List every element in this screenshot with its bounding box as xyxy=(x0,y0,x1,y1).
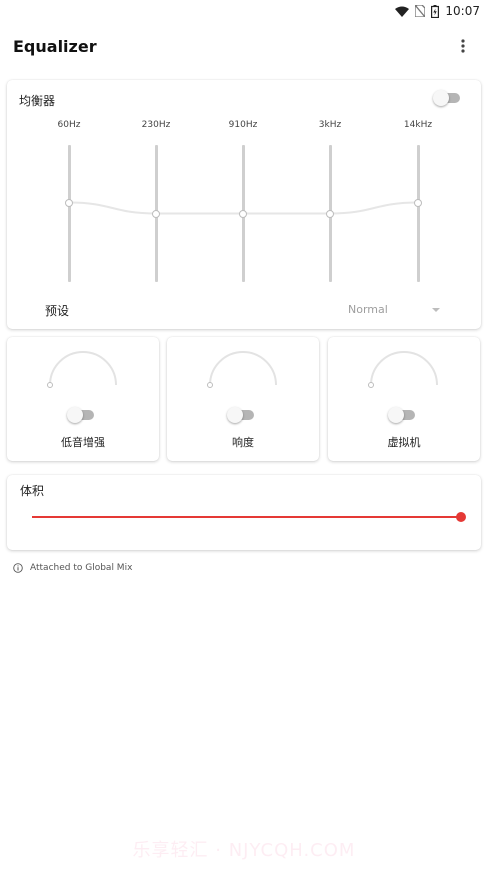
eq-band-slider[interactable] xyxy=(67,145,71,282)
no-sim-icon xyxy=(415,5,426,17)
watermark: 乐享轻汇 · NJYCQH.COM xyxy=(132,840,356,861)
preset-value: Normal xyxy=(348,303,388,316)
preset-label: 预设 xyxy=(45,304,70,318)
effect-knob[interactable] xyxy=(328,337,480,397)
eq-band-knob[interactable] xyxy=(65,198,73,207)
eq-band-label: 230Hz xyxy=(141,120,171,130)
volume-card: 体积 xyxy=(7,475,481,550)
effect-card: 低音增强 xyxy=(7,337,159,461)
effect-toggle[interactable] xyxy=(67,407,94,423)
effect-label: 低音增强 xyxy=(61,436,105,449)
status-time: 10:07 xyxy=(445,4,480,18)
eq-band-label: 14kHz xyxy=(403,120,433,130)
eq-band-knob[interactable] xyxy=(239,209,247,218)
page-title: Equalizer xyxy=(13,36,97,56)
effect-card: 响度 xyxy=(167,337,319,461)
eq-band-knob[interactable] xyxy=(326,209,334,218)
effect-toggle[interactable] xyxy=(227,407,254,423)
eq-band-slider[interactable] xyxy=(416,145,420,282)
effect-toggle[interactable] xyxy=(388,407,415,423)
effect-knob[interactable] xyxy=(7,337,159,397)
effect-label: 虚拟机 xyxy=(387,436,421,449)
more-vert-icon xyxy=(461,39,465,53)
status-bar: 10:07 xyxy=(0,0,488,22)
footnote-text: Attached to Global Mix xyxy=(30,563,133,573)
volume-slider[interactable] xyxy=(32,509,466,525)
footnote: Attached to Global Mix xyxy=(13,563,132,573)
volume-thumb[interactable] xyxy=(456,512,466,522)
eq-band-label: 910Hz xyxy=(228,120,258,130)
app-bar: Equalizer xyxy=(0,24,488,68)
eq-band-knob[interactable] xyxy=(414,198,422,207)
eq-band-label: 3kHz xyxy=(318,120,342,130)
effect-card: 虚拟机 xyxy=(328,337,480,461)
volume-label: 体积 xyxy=(20,484,45,498)
eq-band-knob[interactable] xyxy=(152,209,160,218)
preset-dropdown[interactable]: Normal xyxy=(337,296,447,322)
effect-label: 响度 xyxy=(232,436,254,449)
chevron-down-icon xyxy=(432,308,440,312)
volume-track xyxy=(32,516,461,518)
info-icon xyxy=(13,563,23,573)
equalizer-bands: 60Hz 230Hz 910Hz 3kHz 14kHz xyxy=(7,80,481,329)
wifi-icon xyxy=(395,6,410,17)
eq-band-label: 60Hz xyxy=(57,120,81,130)
overflow-menu-button[interactable] xyxy=(448,31,478,61)
effect-knob[interactable] xyxy=(167,337,319,397)
battery-icon xyxy=(431,4,440,18)
equalizer-card: 均衡器 60Hz 230Hz 910Hz 3kHz 14kHz 预设 Normal xyxy=(7,80,481,329)
